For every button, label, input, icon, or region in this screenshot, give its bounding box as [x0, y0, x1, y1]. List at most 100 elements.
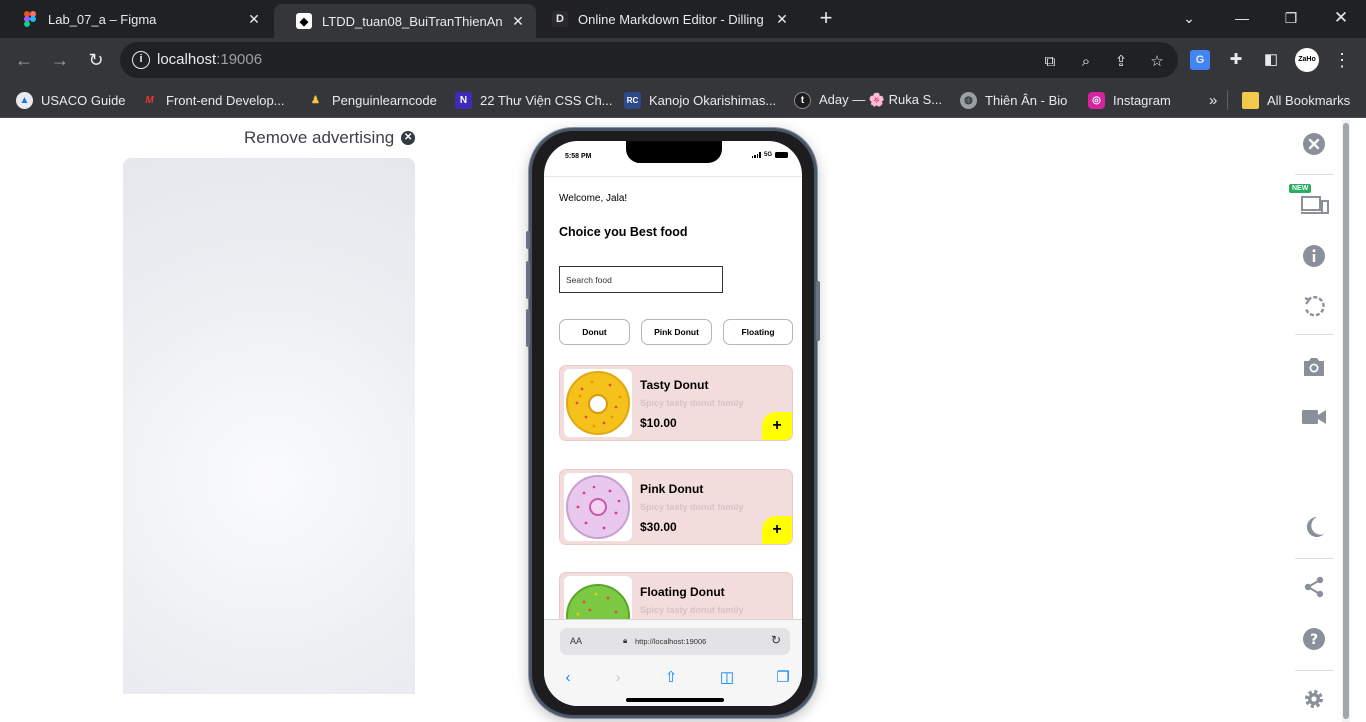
remove-advertising-link[interactable]: Remove advertising ✕ — [244, 128, 416, 148]
penguin-icon: ♟ — [311, 94, 320, 106]
close-icon[interactable]: ✕ — [246, 11, 262, 28]
filter-chip-pink-donut[interactable]: Pink Donut — [641, 319, 712, 345]
network-label: 5G — [763, 152, 772, 158]
reload-button[interactable]: ↻ — [84, 48, 108, 72]
bookmark-css-library[interactable]: N 22 Thư Viện CSS Ch... — [455, 90, 613, 110]
tab-search-icon[interactable]: ⌄ — [1177, 6, 1201, 30]
phone-notch — [626, 141, 722, 163]
share-icon[interactable]: ⇧ — [661, 668, 681, 688]
mobile-browser-bar: AA 🔒︎ http://localhost:19006 ↻ ‹ › ⇧ ◫ ❐ — [544, 619, 802, 706]
tab-strip: Lab_07_a – Figma ✕ ◆ LTDD_tuan08_BuiTran… — [0, 0, 1366, 38]
close-icon[interactable]: ✕ — [510, 13, 526, 30]
phone-screen: 5:58 PM 5G Welcome, Jala! Choice you Bes… — [544, 141, 802, 706]
dark-mode-icon[interactable] — [1301, 515, 1327, 541]
help-icon[interactable]: ? — [1301, 627, 1327, 653]
minimize-button[interactable]: — — [1230, 6, 1254, 30]
bookmark-label: Instagram — [1113, 92, 1171, 108]
address-url: localhost:19006 — [157, 51, 263, 68]
folder-icon — [1242, 91, 1259, 109]
address-bar[interactable]: i localhost:19006 ⧉ ⌕ ⇪ ☆ — [120, 42, 1178, 78]
devices-icon[interactable] — [1301, 194, 1329, 220]
bookmark-aday[interactable]: t Aday — 🌸 Ruka S... — [794, 90, 942, 110]
text-size-button[interactable]: AA — [570, 636, 582, 646]
frontend-icon: M — [145, 94, 154, 106]
page-scrollbar[interactable] — [1342, 120, 1350, 722]
bookmark-thienan-bio[interactable]: ◍ Thiên Ân - Bio — [960, 90, 1067, 110]
tab-dillinger[interactable]: D Online Markdown Editor - Dilling ✕ — [538, 0, 800, 38]
tumblr-icon: t — [794, 91, 811, 109]
bookmarks-overflow-button[interactable]: » — [1209, 90, 1217, 110]
bookmark-star-icon[interactable]: ☆ — [1148, 53, 1166, 71]
figma-icon — [22, 11, 38, 27]
food-card-tasty-donut[interactable]: Tasty Donut Spicy tasty donut family $10… — [559, 365, 793, 441]
back-button[interactable]: ← — [12, 48, 36, 72]
bookmarks-icon[interactable]: ◫ — [717, 668, 737, 688]
new-tab-button[interactable]: + — [814, 6, 838, 30]
tab-figma[interactable]: Lab_07_a – Figma ✕ — [0, 0, 272, 38]
video-camera-icon[interactable] — [1301, 407, 1327, 433]
card-price: $10.00 — [640, 416, 677, 430]
page-content: Remove advertising ✕ 5:58 PM 5G Welcome,… — [0, 120, 1366, 722]
forward-button[interactable]: → — [48, 48, 72, 72]
welcome-text: Welcome, Jala! — [559, 193, 628, 204]
card-name: Floating Donut — [640, 585, 725, 599]
food-card-pink-donut[interactable]: Pink Donut Spicy tasty donut family $30.… — [559, 469, 793, 545]
pink-donut-image — [564, 473, 632, 541]
share-icon[interactable]: ⇪ — [1112, 53, 1130, 71]
card-description: Spicy tasty donut family — [640, 502, 744, 512]
camera-icon[interactable] — [1301, 356, 1327, 382]
sidebar-divider — [1295, 558, 1333, 559]
restore-button[interactable]: ❐ — [1279, 6, 1303, 30]
bookmark-label: Penguinlearncode — [332, 92, 437, 108]
add-to-cart-button[interactable]: + — [762, 412, 792, 440]
tab-title: Online Markdown Editor - Dilling — [578, 11, 764, 27]
card-name: Tasty Donut — [640, 378, 709, 392]
side-panel-icon[interactable]: ◧ — [1259, 48, 1283, 72]
share-network-icon[interactable] — [1301, 575, 1327, 601]
add-to-cart-button[interactable]: + — [762, 516, 792, 544]
tab-ltdd[interactable]: ◆ LTDD_tuan08_BuiTranThienAn ✕ — [274, 4, 536, 38]
card-price: $30.00 — [640, 520, 677, 534]
signal-icon — [751, 152, 761, 158]
menu-icon[interactable]: ⋮ — [1330, 48, 1354, 72]
forward-icon[interactable]: › — [608, 668, 628, 688]
tasty-donut-image — [564, 369, 632, 437]
sidebar-divider — [1295, 670, 1333, 671]
bookmark-divider — [1227, 90, 1228, 110]
search-input[interactable]: Search food — [559, 266, 723, 293]
settings-gear-icon[interactable] — [1301, 687, 1327, 713]
translate-icon[interactable]: ⧉ — [1041, 53, 1059, 71]
sidebar-divider — [1295, 334, 1333, 335]
zoom-icon[interactable]: ⌕ — [1077, 53, 1095, 71]
bookmark-frontend[interactable]: M Front-end Develop... — [141, 90, 284, 110]
info-icon[interactable] — [1301, 244, 1327, 270]
close-preview-icon[interactable] — [1301, 132, 1327, 158]
rotate-icon[interactable] — [1301, 295, 1327, 321]
back-icon[interactable]: ‹ — [558, 668, 578, 688]
tab-title: LTDD_tuan08_BuiTranThienAn — [322, 13, 503, 29]
bookmark-penguin[interactable]: ♟ Penguinlearncode — [307, 90, 437, 110]
close-window-button[interactable]: ✕ — [1329, 6, 1353, 30]
page-title: Choice you Best food — [559, 225, 688, 239]
bookmark-label: 22 Thư Viện CSS Ch... — [480, 92, 613, 108]
google-translate-icon[interactable]: G — [1190, 50, 1210, 70]
reload-icon[interactable]: ↻ — [771, 633, 781, 647]
avatar[interactable]: ZaHo — [1295, 48, 1319, 72]
tabs-icon[interactable]: ❐ — [773, 668, 793, 688]
scrollbar-thumb[interactable] — [1343, 123, 1349, 719]
close-icon[interactable]: ✕ — [774, 11, 790, 28]
site-info-icon[interactable]: i — [132, 51, 150, 69]
new-badge: NEW — [1289, 184, 1312, 193]
filter-chip-donut[interactable]: Donut — [559, 319, 630, 345]
home-indicator — [626, 698, 724, 702]
filter-chip-floating[interactable]: Floating — [723, 319, 793, 345]
bookmark-instagram[interactable]: ◎ Instagram — [1088, 90, 1171, 110]
bookmark-usaco[interactable]: ▲ USACO Guide — [16, 90, 126, 110]
bookmark-kanojo[interactable]: RC Kanojo Okarishimas... — [624, 90, 776, 110]
extensions-icon[interactable]: ✚ — [1224, 48, 1248, 72]
phone-frame: 5:58 PM 5G Welcome, Jala! Choice you Bes… — [526, 128, 820, 718]
lock-icon: 🔒︎ — [623, 636, 628, 645]
all-bookmarks[interactable]: All Bookmarks — [1242, 90, 1350, 110]
mobile-address-bar[interactable]: AA 🔒︎ http://localhost:19006 ↻ — [560, 628, 790, 655]
phone-side-button — [526, 231, 530, 249]
